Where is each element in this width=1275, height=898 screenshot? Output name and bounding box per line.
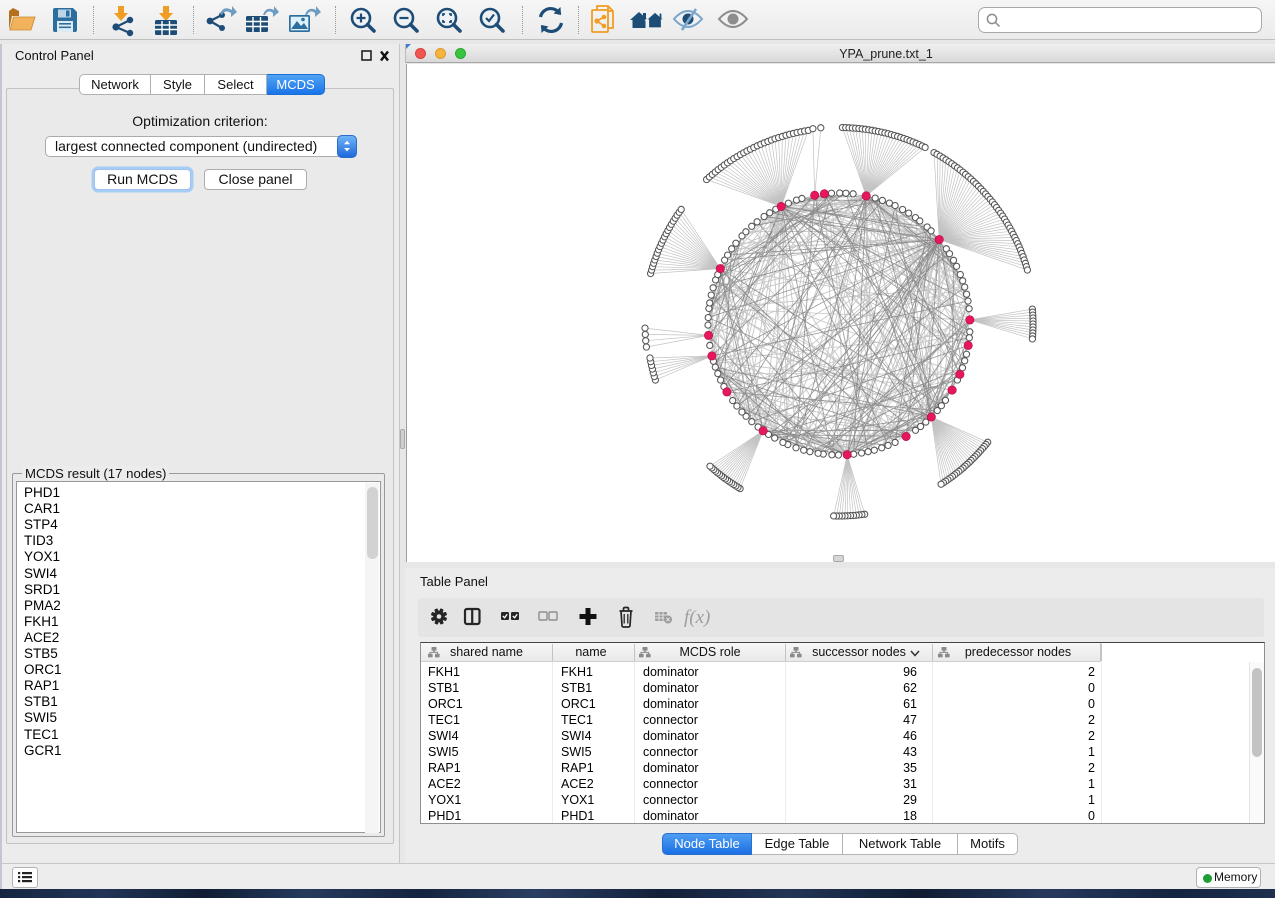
svg-text:f(x): f(x): [684, 607, 710, 628]
